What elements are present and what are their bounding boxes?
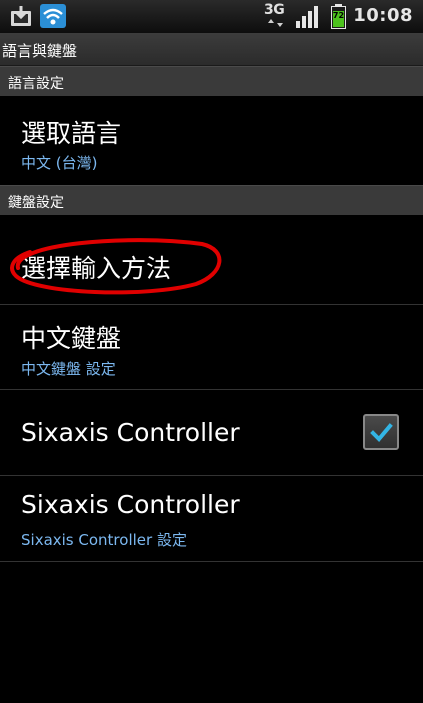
- status-bar: 3G 72 10:08: [0, 0, 423, 33]
- checkmark-icon: [370, 423, 393, 442]
- pref-title: Sixaxis Controller: [21, 418, 240, 447]
- data-activity-icon: [268, 19, 283, 27]
- category-keyboard-settings: 鍵盤設定: [0, 185, 423, 215]
- title-bar: 語言與鍵盤: [0, 33, 423, 66]
- sixaxis-controller-checkbox[interactable]: [363, 414, 399, 450]
- page-title: 語言與鍵盤: [2, 42, 78, 60]
- category-header-label: 語言設定: [8, 76, 64, 92]
- category-header-label: 鍵盤設定: [8, 195, 64, 211]
- pref-title: 中文鍵盤: [21, 324, 122, 353]
- signal-icon: [296, 6, 318, 28]
- pref-title: Sixaxis Controller: [21, 490, 240, 519]
- wifi-icon: [40, 4, 66, 28]
- pref-chinese-keyboard[interactable]: 中文鍵盤 中文鍵盤 設定: [0, 305, 423, 389]
- pref-summary: Sixaxis Controller 設定: [21, 531, 187, 549]
- divider: [0, 561, 423, 562]
- pref-summary: 中文 (台灣): [21, 154, 98, 172]
- pref-select-language[interactable]: 選取語言 中文 (台灣): [0, 96, 423, 184]
- highlight-annotation: [10, 238, 222, 295]
- download-icon: [11, 6, 31, 26]
- pref-summary: 中文鍵盤 設定: [21, 360, 116, 378]
- network-type-label: 3G: [264, 2, 285, 18]
- category-language-settings: 語言設定: [0, 66, 423, 96]
- clock: 10:08: [353, 5, 413, 26]
- battery-level-label: 72: [332, 11, 345, 20]
- pref-sixaxis-controller-settings[interactable]: Sixaxis Controller Sixaxis Controller 設定: [0, 476, 423, 561]
- pref-sixaxis-controller-toggle[interactable]: Sixaxis Controller: [0, 390, 423, 475]
- pref-title: 選取語言: [21, 119, 122, 148]
